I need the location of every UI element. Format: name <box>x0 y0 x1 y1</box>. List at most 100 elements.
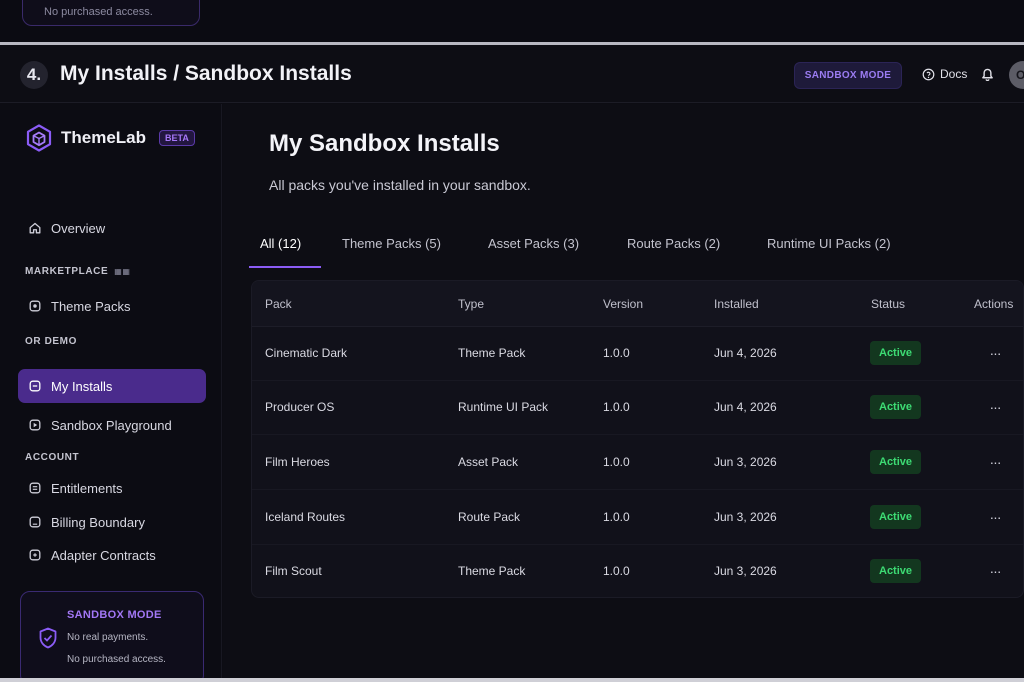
key-icon <box>29 482 41 494</box>
section-label-text: MARKETPLACE <box>25 266 109 277</box>
cell-installed: Jun 3, 2026 <box>714 455 777 469</box>
table-row[interactable]: Producer OS Runtime UI Pack 1.0.0 Jun 4,… <box>252 381 1023 435</box>
status-badge: Active <box>870 450 922 474</box>
sidebar-item-adapter-contracts[interactable]: Adapter Contracts <box>18 538 206 572</box>
table-row[interactable]: Cinematic Dark Theme Pack 1.0.0 Jun 4, 2… <box>252 327 1023 381</box>
cell-pack: Film Heroes <box>265 455 330 469</box>
column-header-status: Status <box>871 297 906 311</box>
section-label-sandbox: OR DEMO <box>25 336 77 347</box>
sandbox-mode-chip[interactable]: SANDBOX MODE <box>794 62 902 89</box>
row-actions-button[interactable]: ··· <box>983 450 1007 474</box>
previous-card-text: No purchased access. <box>44 6 153 18</box>
sidebar-item-billing-boundary[interactable]: Billing Boundary <box>18 505 206 539</box>
top-header: 4. My Installs / Sandbox Installs SANDBO… <box>0 45 1024 103</box>
sandbox-card-line-1: No real payments. <box>67 632 149 643</box>
cell-version: 1.0.0 <box>603 400 630 414</box>
cell-type: Route Pack <box>458 510 521 524</box>
sandbox-card-title: SANDBOX MODE <box>67 609 162 621</box>
header-title: My Installs / Sandbox Installs <box>60 62 352 85</box>
table-row[interactable]: Film Heroes Asset Pack 1.0.0 Jun 3, 2026… <box>252 436 1023 490</box>
sidebar-item-entitlements[interactable]: Entitlements <box>18 471 206 505</box>
brand-name: ThemeLab <box>61 128 147 147</box>
filter-tabs: All (12) Theme Packs (5) Asset Packs (3)… <box>249 224 1024 270</box>
docs-label: Docs <box>940 67 968 81</box>
status-badge: Active <box>870 395 922 419</box>
table-header: Pack Type Version Installed Status Actio… <box>252 281 1023 327</box>
page-subtitle: All packs you've installed in your sandb… <box>269 177 531 193</box>
cell-version: 1.0.0 <box>603 510 630 524</box>
previous-screen-strip: No purchased access. <box>0 0 1024 42</box>
sidebar-item-label: Theme Packs <box>51 298 131 314</box>
status-badge: Active <box>870 341 922 365</box>
table-row[interactable]: Film Scout Theme Pack 1.0.0 Jun 3, 2026 … <box>252 545 1023 597</box>
table-row[interactable]: Iceland Routes Route Pack 1.0.0 Jun 3, 2… <box>252 491 1023 545</box>
column-header-actions: Actions <box>974 297 1014 311</box>
status-badge: Active <box>870 505 922 529</box>
status-badge: Active <box>870 559 922 583</box>
help-circle-icon <box>922 68 935 80</box>
sidebar-item-my-installs[interactable]: My Installs <box>18 369 206 403</box>
active-tab-indicator <box>249 266 321 268</box>
home-icon <box>29 222 41 234</box>
brand[interactable]: ThemeLab BETA <box>26 124 195 152</box>
column-header-type: Type <box>458 297 485 311</box>
sidebar-item-label: Entitlements <box>51 480 123 496</box>
cell-version: 1.0.0 <box>603 346 630 360</box>
sandbox-mode-card: SANDBOX MODE No real payments. No purcha… <box>20 591 204 682</box>
billing-icon <box>29 516 41 528</box>
docs-link[interactable]: Docs <box>922 67 967 81</box>
cell-pack: Cinematic Dark <box>265 346 348 360</box>
cell-installed: Jun 4, 2026 <box>714 400 777 414</box>
main-content: My Sandbox Installs All packs you've ins… <box>223 104 1024 678</box>
cell-pack: Producer OS <box>265 400 335 414</box>
tab-asset-packs[interactable]: Asset Packs (3) <box>488 236 579 251</box>
section-label-marketplace: MARKETPLACE ▦▦ <box>25 266 131 277</box>
tab-route-packs[interactable]: Route Packs (2) <box>627 236 720 251</box>
sidebar-item-theme-packs[interactable]: Theme Packs <box>18 289 206 323</box>
sidebar-item-label: Sandbox Playground <box>51 417 172 433</box>
sidebar-item-sandbox-playground[interactable]: Sandbox Playground <box>18 408 206 442</box>
cell-pack: Iceland Routes <box>265 510 346 524</box>
section-tag: ▦▦ <box>114 267 131 276</box>
section-label-account: ACCOUNT <box>25 452 80 463</box>
cell-type: Theme Pack <box>458 346 526 360</box>
user-avatar[interactable]: O <box>1009 61 1024 89</box>
cell-type: Theme Pack <box>458 564 526 578</box>
sidebar: ThemeLab BETA Overview MARKETPLACE ▦▦ The… <box>0 104 222 682</box>
cell-installed: Jun 4, 2026 <box>714 346 777 360</box>
bottom-divider <box>0 678 1024 682</box>
beta-badge: BETA <box>159 130 195 146</box>
tab-runtime-ui-packs[interactable]: Runtime UI Packs (2) <box>767 236 891 251</box>
row-actions-button[interactable]: ··· <box>983 341 1007 365</box>
tab-all[interactable]: All (12) <box>260 236 301 251</box>
installs-table: Pack Type Version Installed Status Actio… <box>251 280 1024 598</box>
cube-logo-icon <box>26 124 52 152</box>
tab-theme-packs[interactable]: Theme Packs (5) <box>342 236 441 251</box>
row-actions-button[interactable]: ··· <box>983 505 1007 529</box>
cell-pack: Film Scout <box>265 564 322 578</box>
adapter-icon <box>29 549 41 561</box>
sidebar-item-label: Overview <box>51 220 106 236</box>
app-window: 4. My Installs / Sandbox Installs SANDBO… <box>0 45 1024 682</box>
sidebar-item-overview[interactable]: Overview <box>18 211 206 245</box>
row-actions-button[interactable]: ··· <box>983 559 1007 583</box>
playground-icon <box>29 419 41 431</box>
cell-installed: Jun 3, 2026 <box>714 510 777 524</box>
package-icon <box>29 300 41 312</box>
sidebar-item-label: Adapter Contracts <box>51 547 156 563</box>
installs-icon <box>29 380 41 392</box>
sandbox-card-line-2: No purchased access. <box>67 654 166 665</box>
cell-type: Runtime UI Pack <box>458 400 549 414</box>
column-header-installed: Installed <box>714 297 759 311</box>
row-actions-button[interactable]: ··· <box>983 395 1007 419</box>
cell-version: 1.0.0 <box>603 455 630 469</box>
page-title: My Sandbox Installs <box>269 130 500 157</box>
column-header-pack: Pack <box>265 297 292 311</box>
step-number-badge: 4. <box>20 61 48 89</box>
cell-version: 1.0.0 <box>603 564 630 578</box>
column-header-version: Version <box>603 297 644 311</box>
bell-icon[interactable] <box>980 66 995 82</box>
cell-installed: Jun 3, 2026 <box>714 564 777 578</box>
cell-type: Asset Pack <box>458 455 519 469</box>
shield-check-icon <box>39 627 57 649</box>
